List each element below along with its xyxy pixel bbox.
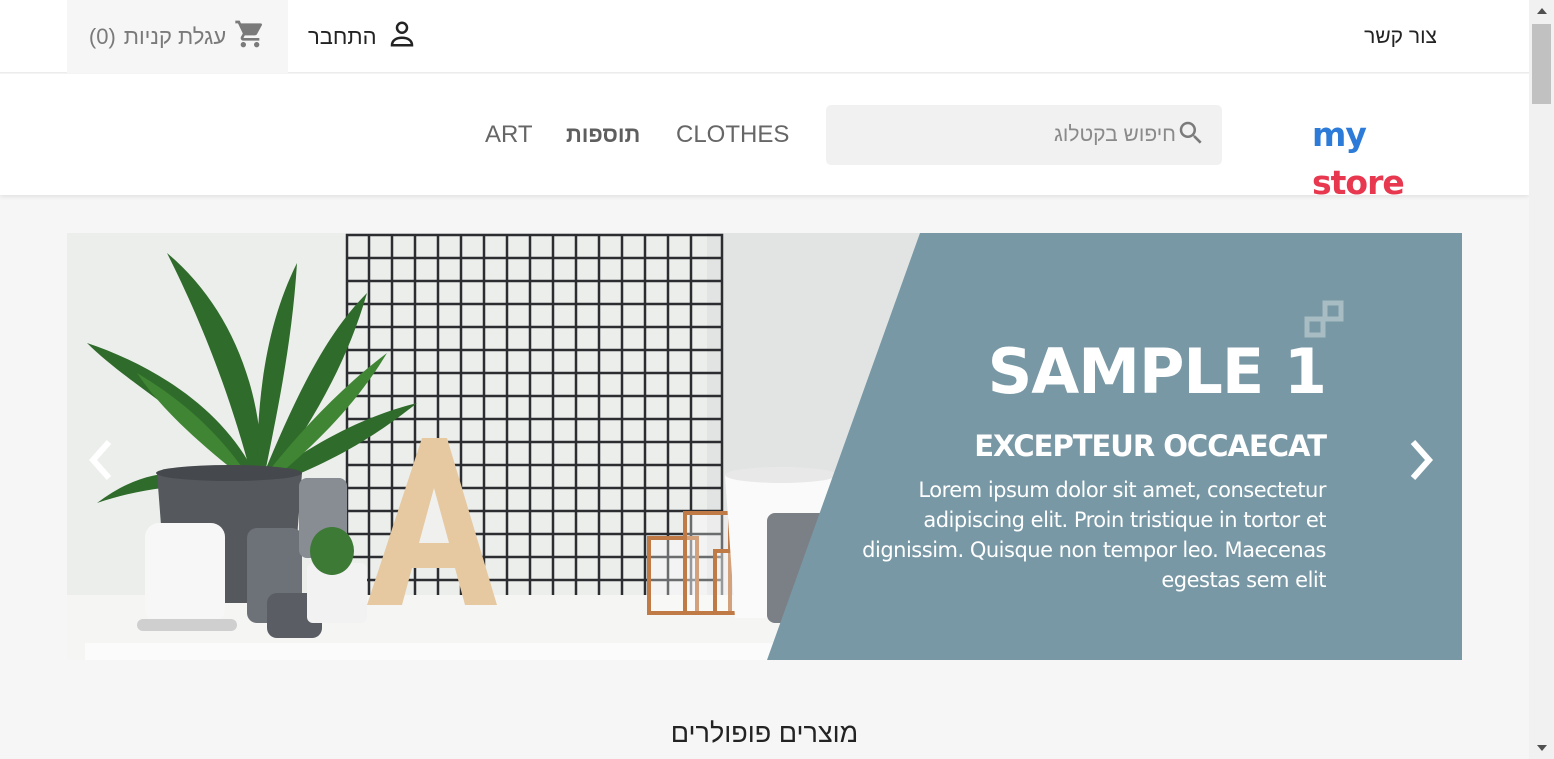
top-bar: עגלת קניות (0) התחבר צור קשר <box>0 0 1529 73</box>
signin-label: התחבר <box>308 23 377 49</box>
contact-link[interactable]: צור קשר <box>1364 0 1437 73</box>
logo-part-store: store <box>1312 163 1405 202</box>
slide-title: SAMPLE 1 <box>987 335 1327 408</box>
search-input[interactable] <box>856 123 1176 147</box>
slide-subtitle: EXCEPTEUR OCCAECAT <box>974 429 1327 463</box>
page-scrollbar[interactable] <box>1529 0 1554 759</box>
section-title-popular: מוצרים פופולרים <box>670 718 859 748</box>
nav-item-clothes[interactable]: CLOTHES <box>676 119 789 151</box>
chevron-right-icon[interactable] <box>1407 438 1437 482</box>
scroll-down-icon[interactable] <box>1537 745 1547 751</box>
search-bar[interactable] <box>826 105 1222 165</box>
store-logo[interactable]: my store <box>1312 111 1462 202</box>
search-icon <box>1176 118 1206 153</box>
nav-item-art[interactable]: ART <box>485 119 533 151</box>
main-header: CLOTHES תוספות ART my store <box>0 74 1529 202</box>
logo-part-my: my <box>1312 115 1367 154</box>
cart-icon <box>234 18 266 56</box>
scroll-up-icon[interactable] <box>1537 8 1547 14</box>
signin-link[interactable]: התחבר <box>308 0 417 73</box>
nav-item-accessories[interactable]: תוספות <box>566 119 640 151</box>
user-icon <box>387 19 417 55</box>
slide-description: Lorem ipsum dolor sit amet, consectetur … <box>862 478 1326 592</box>
page: עגלת קניות (0) התחבר צור קשר CLOTHES תוס… <box>0 0 1554 759</box>
hero-carousel[interactable]: SAMPLE 1 EXCEPTEUR OCCAECAT Lorem ipsum … <box>67 233 1462 660</box>
scroll-thumb[interactable] <box>1532 24 1551 104</box>
cart-button[interactable]: עגלת קניות (0) <box>67 0 288 73</box>
cart-count: (0) <box>88 23 116 49</box>
chevron-left-icon[interactable] <box>85 438 115 482</box>
cart-label: עגלת קניות <box>123 23 227 49</box>
